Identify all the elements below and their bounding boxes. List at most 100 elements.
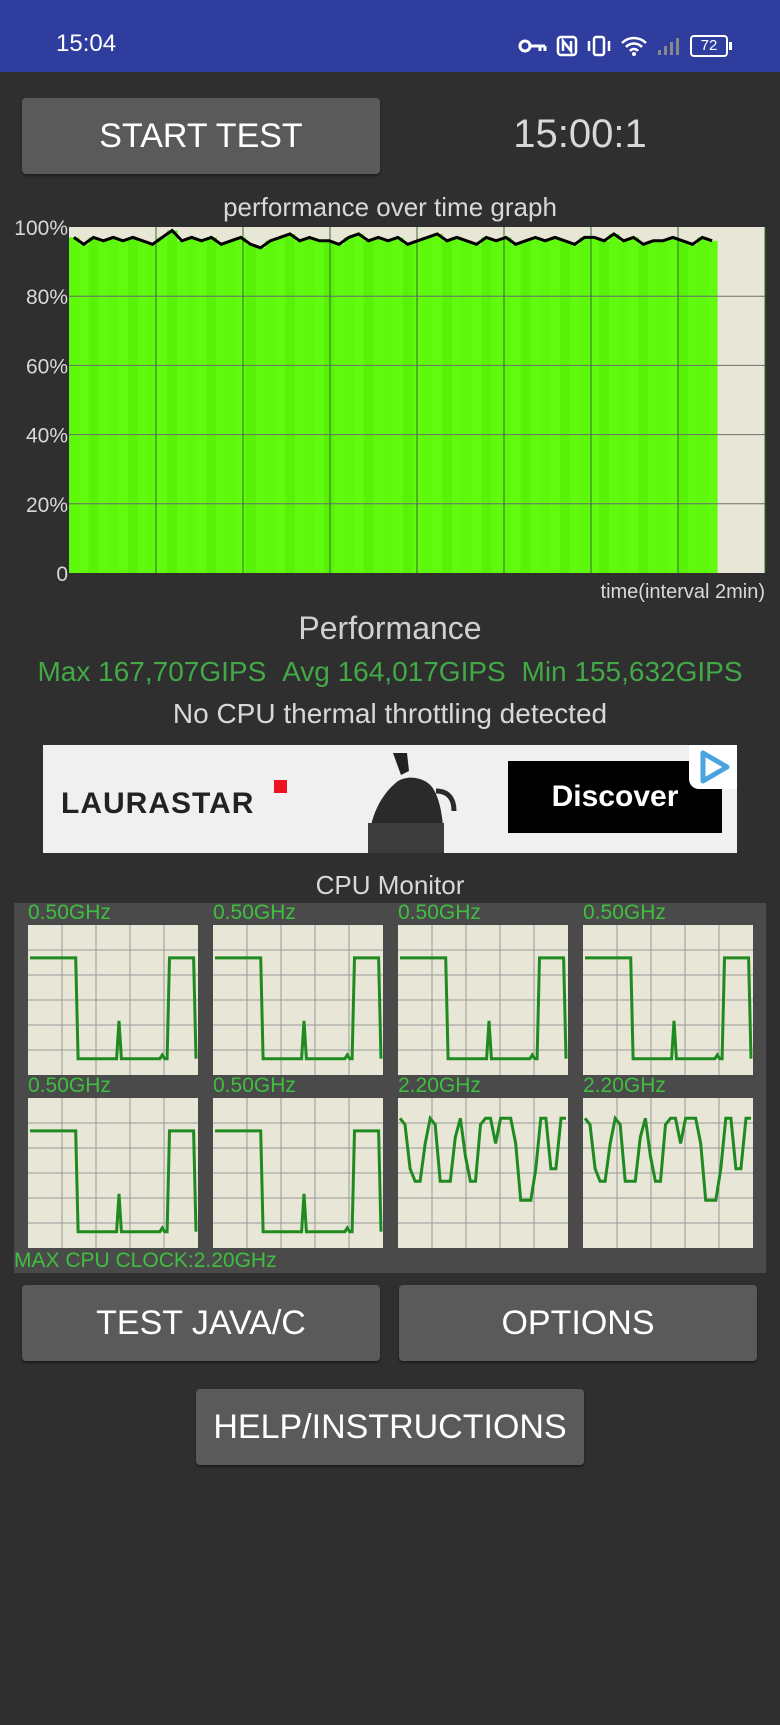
performance-bar [157, 237, 168, 573]
performance-bar [442, 240, 453, 573]
y-tick-label: 80% [26, 286, 68, 309]
cpu-core-graph [213, 925, 383, 1075]
nfc-icon [556, 35, 578, 57]
ad-brand-mark [274, 780, 287, 793]
cpu-core-5: 0.50GHz [28, 1074, 200, 1248]
performance-bar [206, 237, 217, 573]
ad-brand: LAURASTAR [61, 787, 255, 820]
performance-bar [432, 233, 443, 574]
cpu-core-7: 2.20GHz [398, 1074, 570, 1248]
performance-bar [118, 240, 129, 573]
performance-bar [383, 240, 394, 573]
performance-bar [618, 240, 630, 573]
performance-bar [127, 237, 139, 573]
performance-bar [697, 237, 708, 573]
performance-bar [658, 240, 669, 573]
cpu-core-8: 2.20GHz [583, 1074, 755, 1248]
test-timer: 15:00:1 [513, 112, 647, 156]
key-icon [518, 39, 547, 53]
performance-bar [98, 240, 109, 573]
status-bar: 15:04 72 [0, 0, 780, 72]
perf-max: Max 167,707GIPS [37, 656, 267, 687]
performance-bar [275, 237, 286, 573]
y-tick-label: 20% [26, 494, 68, 517]
cpu-core-graph [28, 925, 198, 1075]
performance-bar [707, 240, 718, 573]
y-tick-label: 40% [26, 425, 68, 448]
performance-bar [235, 237, 247, 573]
performance-bar [363, 240, 374, 573]
y-tick-label: 100% [14, 217, 68, 240]
cpu-core-graph [398, 1098, 568, 1248]
cpu-core-frequency: 0.50GHz [213, 1074, 296, 1097]
performance-bar [550, 237, 561, 573]
status-time: 15:04 [56, 30, 117, 57]
iron-image [368, 753, 457, 853]
cpu-core-3: 0.50GHz [398, 901, 570, 1075]
cpu-core-graph [583, 1098, 753, 1248]
cpu-monitor-panel: 0.50GHz 0.50GHz 0.50GHz 0.50GHz 0.50GHz … [14, 901, 766, 1273]
performance-bar [579, 237, 590, 573]
performance-bar [559, 240, 571, 573]
perf-min: Min 155,632GIPS [521, 656, 743, 687]
cpu-core-graph [398, 925, 568, 1075]
performance-bar [648, 240, 659, 573]
graph-x-label: time(interval 2min) [601, 581, 765, 603]
vibrate-icon [587, 35, 611, 57]
performance-bar [78, 244, 90, 574]
performance-bar [216, 244, 227, 574]
performance-bar [343, 237, 355, 573]
performance-bar [510, 244, 522, 574]
performance-bar [69, 237, 80, 573]
ad-choices-icon[interactable] [689, 745, 737, 789]
cpu-core-frequency: 0.50GHz [398, 901, 481, 924]
cpu-core-4: 0.50GHz [583, 901, 755, 1075]
cpu-core-1: 0.50GHz [28, 901, 200, 1075]
performance-bar [285, 233, 296, 574]
performance-bar [245, 244, 257, 574]
performance-bar [265, 240, 276, 573]
performance-bar [422, 237, 433, 573]
cpu-core-6: 0.50GHz [213, 1074, 385, 1248]
performance-bar [393, 237, 404, 573]
performance-bar [520, 240, 532, 573]
cpu-core-frequency: 2.20GHz [398, 1074, 481, 1097]
performance-bar [628, 237, 640, 573]
cpu-core-frequency: 0.50GHz [583, 901, 666, 924]
cpu-monitor-title: CPU Monitor [315, 870, 465, 900]
performance-bar [108, 237, 119, 573]
test-java-c-button[interactable]: TEST JAVA/C [22, 1285, 380, 1361]
performance-bar [412, 240, 424, 573]
performance-bar [609, 233, 620, 574]
performance-bar [471, 244, 482, 574]
performance-bar [226, 240, 237, 573]
options-button[interactable]: OPTIONS [399, 1285, 757, 1361]
performance-heading: Performance [298, 610, 482, 646]
performance-bar [540, 240, 551, 573]
y-tick-label: 60% [26, 355, 68, 378]
y-tick-label: 0 [56, 563, 68, 586]
performance-graph: 100% 80% 60% 40% 20% 0 time(interval 2min) [14, 217, 766, 603]
performance-bar [569, 244, 581, 574]
performance-bar [687, 244, 698, 574]
signal-icon [658, 38, 679, 55]
performance-bar [638, 244, 649, 574]
battery-icon: 72 [690, 35, 732, 57]
performance-bar [137, 240, 149, 573]
cpu-core-frequency: 0.50GHz [28, 901, 111, 924]
cpu-core-graph [583, 925, 753, 1075]
start-test-button[interactable]: START TEST [22, 98, 380, 174]
help-instructions-button[interactable]: HELP/INSTRUCTIONS [196, 1389, 584, 1465]
throttle-status: No CPU thermal throttling detected [172, 698, 608, 729]
cpu-core-frequency: 2.20GHz [583, 1074, 666, 1097]
cpu-core-graph [213, 1098, 383, 1248]
performance-bar [451, 237, 463, 573]
cpu-core-frequency: 0.50GHz [213, 901, 296, 924]
ad-banner[interactable]: LAURASTAR Discover [43, 745, 737, 853]
performance-bar [667, 237, 679, 573]
cpu-core-frequency: 0.50GHz [28, 1074, 111, 1097]
performance-bar [373, 237, 384, 573]
performance-bar [167, 230, 178, 573]
performance-bar [177, 240, 188, 573]
status-icons: 72 [518, 33, 732, 59]
